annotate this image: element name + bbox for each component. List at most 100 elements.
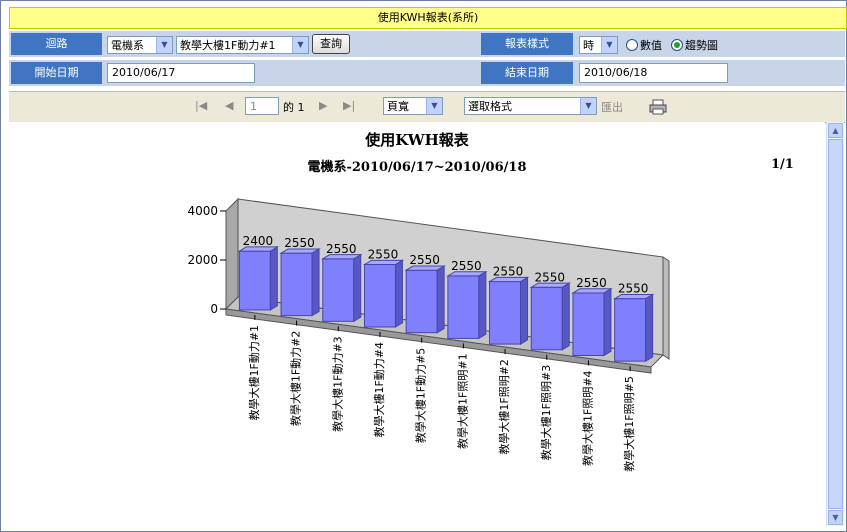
bar-side <box>394 259 403 328</box>
printer-icon[interactable] <box>649 99 667 115</box>
chart-bar <box>446 270 488 340</box>
chart-bar <box>612 293 655 363</box>
filter-row-dates: 開始日期 2010/06/17 結束日期 2010/06/18 <box>9 60 845 86</box>
circuit-label: 迴路 <box>11 33 102 55</box>
chart-bar <box>404 265 446 334</box>
x-category-label: 教學大樓1F照明#3 <box>539 365 553 461</box>
prev-page-icon[interactable]: ◀ <box>225 99 233 112</box>
chart-bar <box>320 253 363 323</box>
chart-bar <box>362 259 405 328</box>
department-select[interactable]: 電機系 ▼ <box>107 36 173 54</box>
end-date-label: 結束日期 <box>481 62 573 84</box>
chart-y-axis: 0 2000 4000 <box>187 204 226 316</box>
x-category-label: 教學大樓1F照明#1 <box>455 353 469 449</box>
chart-bar <box>529 282 572 351</box>
bar-front <box>363 264 396 328</box>
bar-side <box>603 287 612 357</box>
bar-value-label: 2400 <box>243 234 274 248</box>
chart-left-wall <box>225 197 239 311</box>
bar-front <box>572 292 605 356</box>
bar-value-label: 2550 <box>284 236 315 250</box>
bar-side <box>520 276 529 345</box>
filter-row-circuit: 迴路 電機系 ▼ 教學大樓1F動力#1 ▼ 查詢 報表樣式 時 ▼ 數值 趨勢圖 <box>9 31 845 57</box>
bar-value-label: 2550 <box>576 276 607 290</box>
report-window: 使用KWH報表(系所) 迴路 電機系 ▼ 教學大樓1F動力#1 ▼ 查詢 報表樣… <box>0 0 847 532</box>
bar-value-label: 2550 <box>451 259 482 273</box>
chevron-down-icon: ▼ <box>156 37 172 53</box>
scroll-up-icon[interactable]: ▲ <box>828 123 843 138</box>
chart-bar <box>487 276 530 345</box>
interval-select[interactable]: 時 ▼ <box>579 36 618 54</box>
bar-value-label: 2550 <box>618 282 649 296</box>
y-tick-label: 2000 <box>187 253 218 267</box>
chevron-down-icon: ▼ <box>601 37 617 53</box>
x-category-label: 教學大樓1F照明#2 <box>497 359 511 455</box>
end-date-input[interactable]: 2010/06/18 <box>579 63 728 83</box>
bar-side <box>436 265 445 334</box>
start-date-input[interactable]: 2010/06/17 <box>107 63 255 83</box>
bar-value-label: 2550 <box>368 248 399 262</box>
interval-value: 時 <box>583 39 594 52</box>
y-tick-label: 0 <box>210 302 218 316</box>
bar-side <box>561 282 570 351</box>
chart-right-wall <box>662 256 670 360</box>
report-scrollbar[interactable]: ▲ ▼ <box>826 122 844 526</box>
y-tick-label: 4000 <box>187 204 218 218</box>
export-format-select[interactable]: 選取格式 ▼ <box>464 97 597 115</box>
export-format-value: 選取格式 <box>468 100 512 113</box>
report-viewer: 使用KWH報表 電機系-2010/06/17~2010/06/18 1/1 02… <box>9 122 825 526</box>
report-toolbar: |◀ ◀ 1 的 1 ▶ ▶| 頁寬 ▼ 選取格式 ▼ 匯出 <box>9 91 845 123</box>
chart-bar <box>237 246 280 311</box>
meter-value: 教學大樓1F動力#1 <box>180 39 276 52</box>
bar-side <box>353 253 362 323</box>
chart-bar <box>279 248 321 317</box>
bar-front <box>530 286 563 351</box>
x-category-label: 教學大樓1F照明#5 <box>622 376 636 472</box>
chevron-down-icon: ▼ <box>426 98 442 114</box>
zoom-select[interactable]: 頁寬 ▼ <box>383 97 443 115</box>
x-category-label: 教學大樓1F照明#4 <box>580 370 594 466</box>
x-category-label: 教學大樓1F動力#1 <box>247 325 261 421</box>
bar-value-label: 2550 <box>493 265 524 279</box>
x-category-label: 教學大樓1F動力#5 <box>414 348 428 444</box>
bar-value-label: 2550 <box>534 270 565 284</box>
bar-value-label: 2550 <box>326 242 357 256</box>
x-category-label: 教學大樓1F動力#4 <box>372 342 386 438</box>
page-count-text: 的 1 <box>283 101 305 114</box>
bar-front <box>322 258 355 322</box>
trend-radio[interactable] <box>671 39 683 51</box>
values-radio-label: 數值 <box>640 39 662 52</box>
bar-side <box>645 293 654 363</box>
export-link[interactable]: 匯出 <box>601 99 623 115</box>
scroll-thumb[interactable] <box>828 139 843 509</box>
bar-value-label: 2550 <box>409 253 440 267</box>
bar-front <box>280 252 313 317</box>
next-page-icon[interactable]: ▶ <box>319 99 327 112</box>
query-button[interactable]: 查詢 <box>312 34 350 54</box>
report-style-label: 報表樣式 <box>481 33 573 55</box>
chart-bar <box>571 287 613 357</box>
bar-front <box>614 298 647 362</box>
chevron-down-icon: ▼ <box>292 37 308 53</box>
start-date-label: 開始日期 <box>11 62 102 84</box>
kwh-bar-chart: 0 2000 4000 2400 2550 2550 2550 2550 2550 2550 25… <box>187 197 670 472</box>
x-category-label: 教學大樓1F動力#3 <box>330 336 344 432</box>
bar-side <box>269 246 278 311</box>
chevron-down-icon: ▼ <box>580 98 596 114</box>
values-radio[interactable] <box>626 39 638 51</box>
bar-side <box>311 248 320 317</box>
bar-front <box>405 269 438 334</box>
meter-select[interactable]: 教學大樓1F動力#1 ▼ <box>176 36 309 54</box>
trend-radio-label: 趨勢圖 <box>685 39 718 52</box>
first-page-icon[interactable]: |◀ <box>195 99 207 112</box>
bar-side <box>478 270 487 340</box>
bar-front <box>489 281 522 345</box>
scroll-down-icon[interactable]: ▼ <box>828 510 843 525</box>
page-number-input[interactable]: 1 <box>245 97 279 115</box>
zoom-value: 頁寬 <box>387 100 409 113</box>
department-value: 電機系 <box>111 39 144 52</box>
page-title: 使用KWH報表(系所) <box>9 7 847 29</box>
last-page-icon[interactable]: ▶| <box>343 99 355 112</box>
bar-front <box>238 250 271 311</box>
x-category-label: 教學大樓1F動力#2 <box>289 331 303 427</box>
